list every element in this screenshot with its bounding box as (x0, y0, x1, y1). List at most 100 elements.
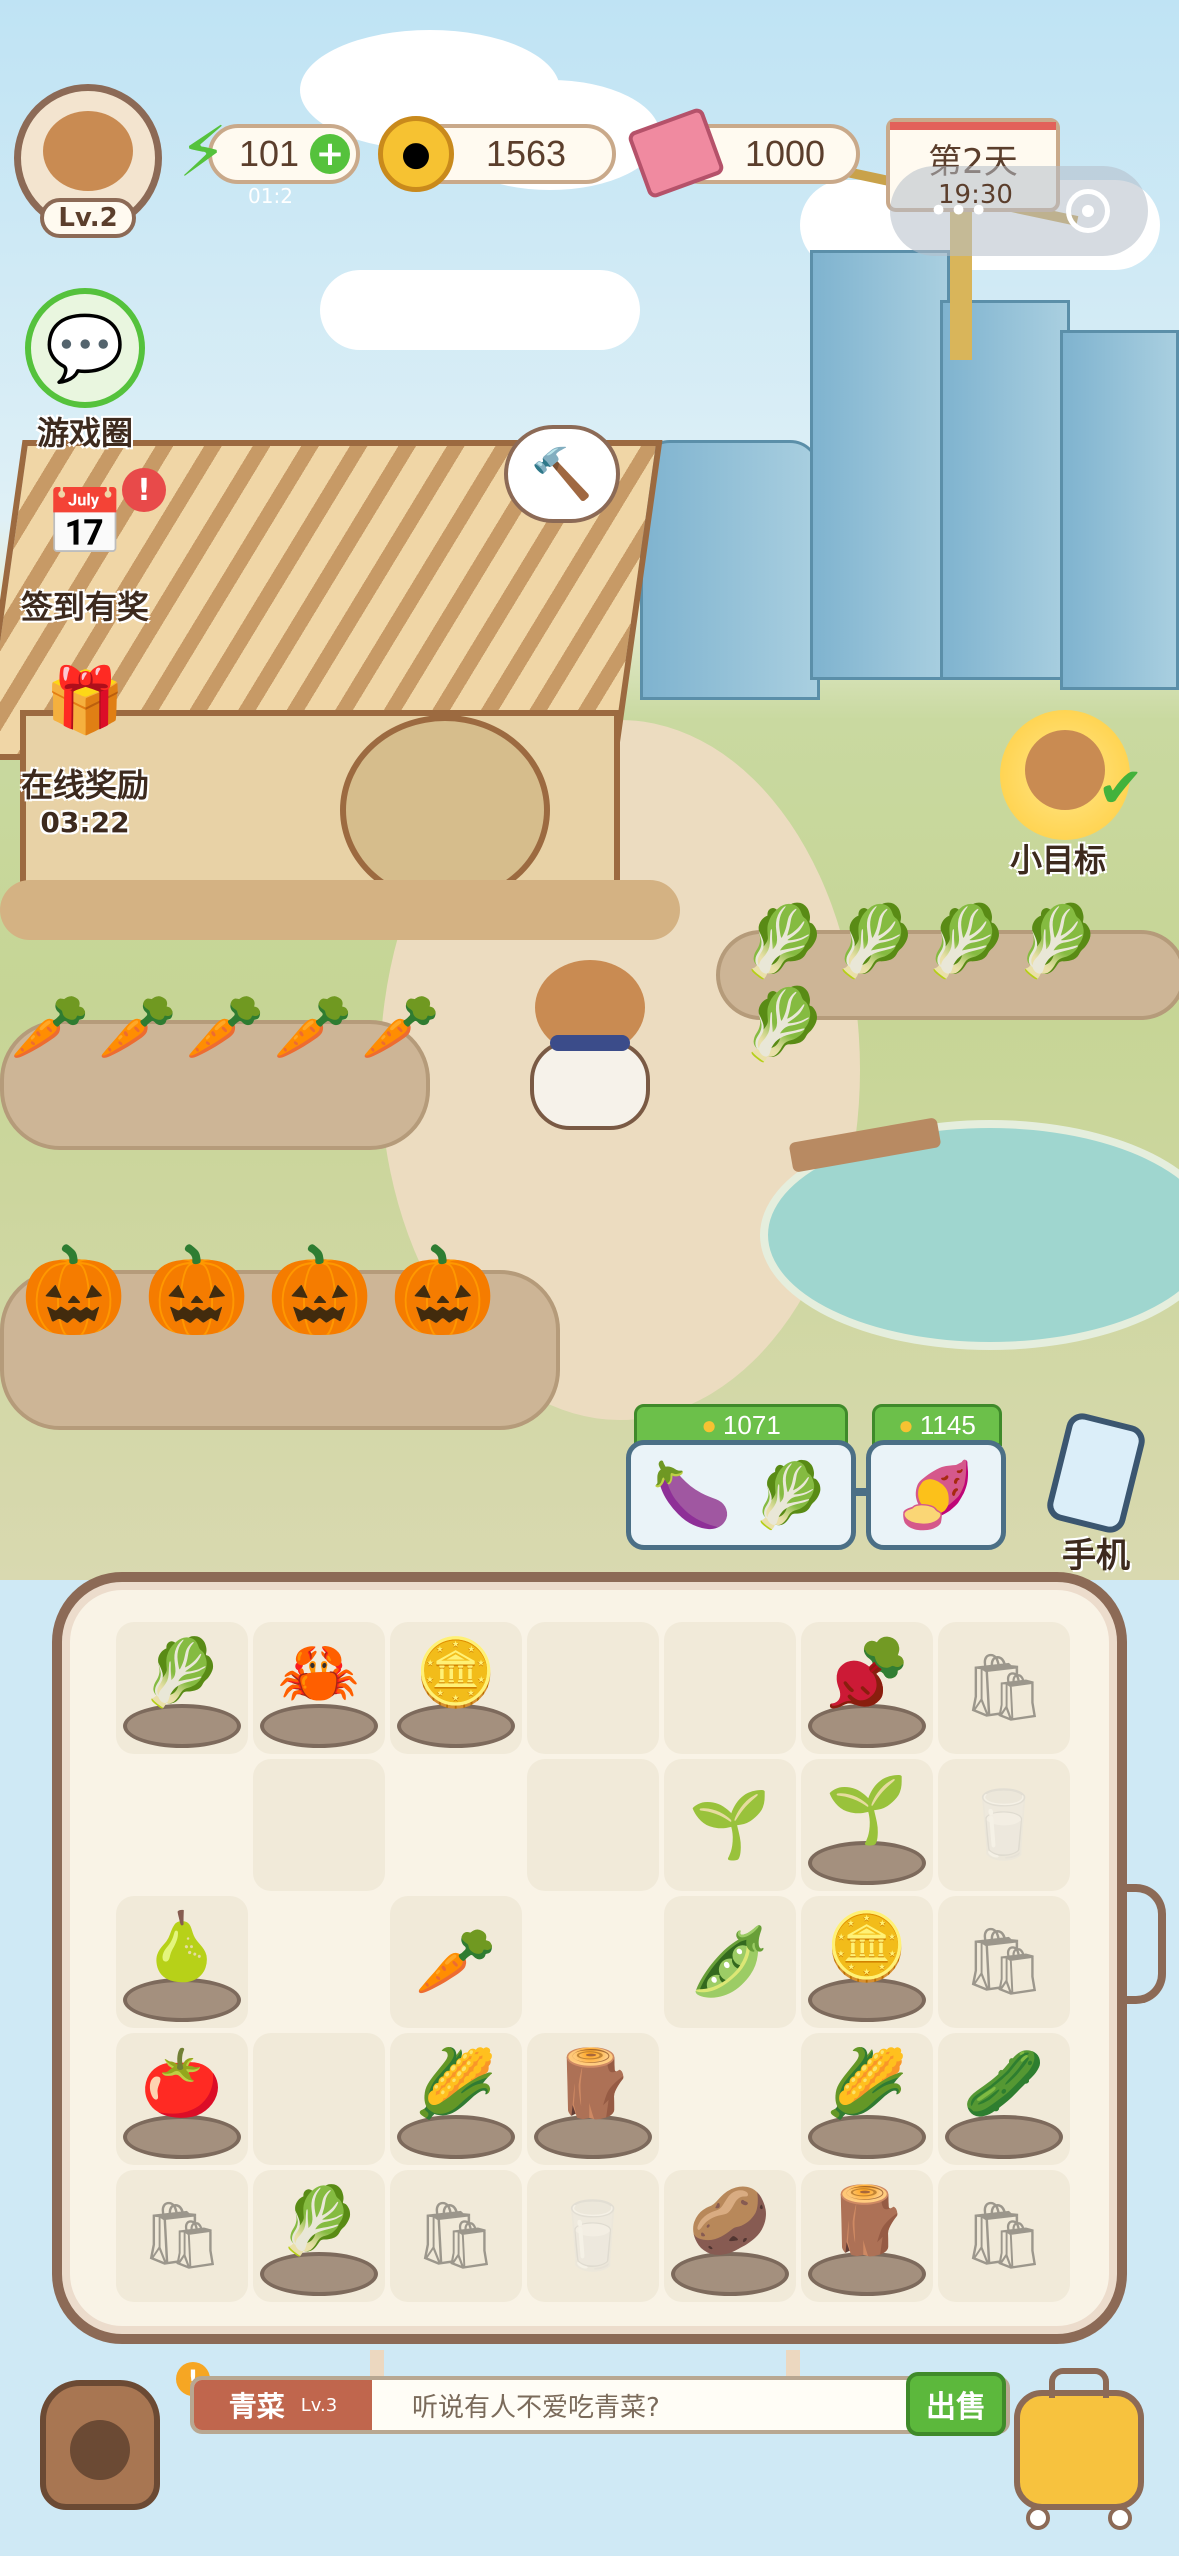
sprout-nest-icon: 🌱 (825, 1771, 909, 1848)
board-cell[interactable] (664, 1622, 796, 1754)
board-cell[interactable] (116, 1759, 248, 1891)
yam-icon: 🪵 (825, 2182, 909, 2259)
time-label: 19:30 (938, 180, 1013, 210)
phone-button[interactable]: 手机 (1036, 1409, 1156, 1576)
board-cell[interactable]: 🥒 (938, 2033, 1070, 2165)
alert-badge: ! (122, 468, 166, 512)
board-cell[interactable] (527, 1896, 659, 2028)
board-cell[interactable]: 🥛 (527, 2170, 659, 2302)
cabbage-crops: 🥬🥬🥬🥬🥬 (740, 900, 1105, 1065)
cucumber-icon: 🥒 (962, 2045, 1046, 2122)
order-price-value: 1071 (722, 1409, 781, 1440)
hint-bubble[interactable]: 🔨 (504, 425, 620, 523)
coin-icon: 🪙 (414, 1634, 498, 1711)
board-cell[interactable] (390, 1759, 522, 1891)
board-cell[interactable]: 🥕 (390, 1896, 522, 2028)
energy-value: 101 (238, 133, 300, 174)
online-reward-button[interactable]: 🎁 在线奖励 03:22 (0, 640, 170, 840)
bok-choy-icon: 🥬 (750, 1458, 830, 1533)
game-circle-label: 游戏圈 (36, 414, 133, 452)
board-cell[interactable]: 🥛 (938, 1759, 1070, 1891)
merge-board: 🥬 🦀 🪙 🫜 🛍 🌱 🌱 🥛 🍐 🥕 🫛 🪙 🛍 🍅 🌽 🪵 🌽 🥒 🛍 🥬 🛍 🥛 🥔 🪵 🛍 (52, 1572, 1127, 2344)
board-cell[interactable]: 🪵 (801, 2170, 933, 2302)
board-cell[interactable]: 🪙 (390, 1622, 522, 1754)
board-leg (786, 2350, 800, 2376)
order-card-2[interactable]: 🍠 (866, 1440, 1006, 1550)
board-cell[interactable]: 🌽 (390, 2033, 522, 2165)
goal-label: 小目标 (1010, 841, 1107, 879)
sell-label: 出售 (926, 2390, 986, 2425)
order-card-1[interactable]: 🍆 🥬 (626, 1440, 856, 1550)
goal-badge[interactable]: ✔ (1000, 710, 1144, 840)
board-cell[interactable]: 🌱 (801, 1759, 933, 1891)
board-cell[interactable] (253, 1759, 385, 1891)
item-level: Lv.3 (300, 2394, 338, 2416)
board-cell[interactable]: 🪵 (527, 2033, 659, 2165)
hut-door[interactable] (340, 715, 550, 905)
pumpkin-crops: 🎃🎃🎃🎃 (20, 1241, 513, 1341)
game-circle-button[interactable]: 💬 游戏圈 (0, 288, 170, 454)
board-cell[interactable]: 🌱 (664, 1759, 796, 1891)
sack-ghost-icon: 🛍 (414, 2197, 498, 2274)
board-cell[interactable]: 🌽 (801, 2033, 933, 2165)
energy-timer: 01:2 (248, 184, 293, 208)
checkin-label: 签到有奖 (20, 588, 149, 626)
level-badge: Lv.2 (40, 198, 136, 238)
board-cell[interactable] (527, 1759, 659, 1891)
capybara-player[interactable] (520, 960, 660, 1130)
board-cell[interactable]: 🛍 (116, 2170, 248, 2302)
checkin-button[interactable]: 📅 签到有奖 ! (0, 462, 170, 628)
board-cell[interactable] (527, 1622, 659, 1754)
board-cell[interactable] (253, 1896, 385, 2028)
carrot-crops: 🥕🥕🥕🥕🥕 (10, 991, 449, 1065)
beet-icon: 🫜 (825, 1634, 909, 1711)
city-tower (1060, 330, 1179, 690)
cash-value: 1000 (744, 133, 826, 174)
hammer-icon: 🔨 (530, 444, 594, 503)
item-info-bar: 青菜 Lv.3 听说有人不爱吃青菜? (190, 2376, 1010, 2434)
cabbage-icon: 🥬 (140, 1634, 224, 1711)
order-price-value: 1145 (919, 1409, 976, 1440)
board-cell[interactable]: 🪙 (801, 1896, 933, 2028)
suitcase-button[interactable] (1004, 2360, 1154, 2530)
board-cell[interactable]: 🛍 (938, 1896, 1070, 2028)
check-icon: ✔ (1097, 756, 1144, 821)
phone-label: 手机 (1062, 1536, 1130, 1576)
board-cell[interactable]: 🥔 (664, 2170, 796, 2302)
item-name: 青菜 (228, 2390, 285, 2423)
sell-button[interactable]: 出售 (906, 2372, 1006, 2436)
board-cell[interactable]: 🫜 (801, 1622, 933, 1754)
gift-clock-icon: 🎁 (45, 663, 125, 738)
coin-icon: ● (378, 116, 454, 192)
gourd-icon: 🍐 (140, 1908, 224, 1985)
board-cell[interactable] (664, 2033, 796, 2165)
board-cell[interactable]: 🫛 (664, 1896, 796, 2028)
board-cell[interactable]: 🍅 (116, 2033, 248, 2165)
board-cell[interactable]: 🛍 (938, 1622, 1070, 1754)
cloud (320, 270, 640, 350)
board-cell[interactable] (253, 2033, 385, 2165)
eggplant-icon: 🍆 (652, 1458, 732, 1533)
yam-icon: 🪵 (551, 2045, 635, 2122)
board-cell[interactable]: 🦀 (253, 1622, 385, 1754)
coin-icon: 🪙 (825, 1908, 909, 1985)
board-cell[interactable]: 🛍 (390, 2170, 522, 2302)
board-cell[interactable]: 🛍 (938, 2170, 1070, 2302)
lightning-icon: ⚡ (178, 111, 228, 193)
corn-icon: 🌽 (825, 2045, 909, 2122)
board-cell[interactable]: 🍐 (116, 1896, 248, 2028)
sack-ghost-icon: 🛍 (962, 1649, 1046, 1726)
board-cell[interactable]: 🥬 (253, 2170, 385, 2302)
add-energy-button[interactable]: + (310, 134, 350, 174)
carton-ghost-icon: 🥛 (962, 1786, 1046, 1863)
potato-icon: 🥔 (688, 2182, 772, 2259)
system-capsule[interactable]: ••• (890, 166, 1148, 256)
coin-icon: ● (701, 1409, 717, 1440)
hut-deck (0, 880, 680, 940)
backpack-button[interactable] (30, 2360, 180, 2510)
board-handle (1122, 1884, 1166, 2004)
merge-grid: 🥬 🦀 🪙 🫜 🛍 🌱 🌱 🥛 🍐 🥕 🫛 🪙 🛍 🍅 🌽 🪵 🌽 🥒 🛍 🥬 🛍 🥛 🥔 🪵 🛍 (116, 1622, 1086, 2312)
coin-value: 1563 (485, 133, 567, 174)
board-cell[interactable]: 🥬 (116, 1622, 248, 1754)
close-mini-icon[interactable] (1065, 189, 1110, 233)
